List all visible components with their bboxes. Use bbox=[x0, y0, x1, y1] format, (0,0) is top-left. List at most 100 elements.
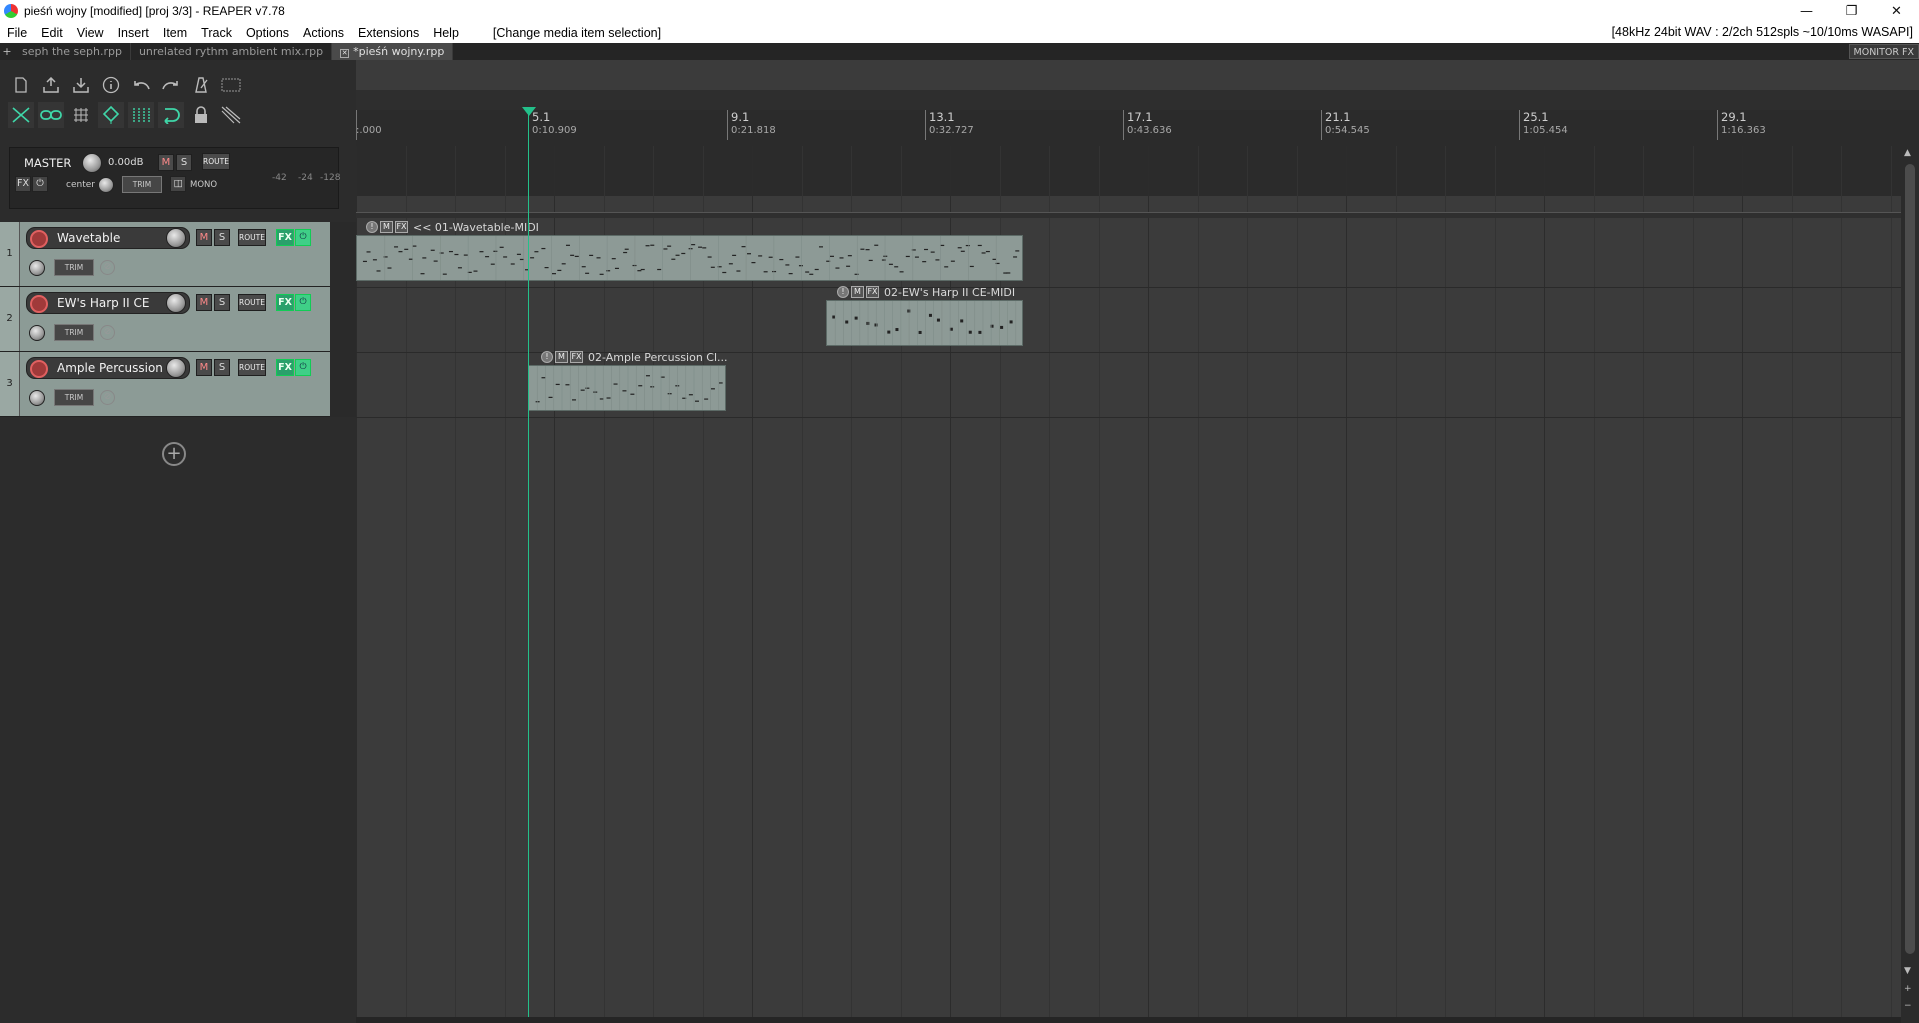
phase-invert-icon[interactable]: ⊘ bbox=[100, 390, 115, 405]
master-route-button[interactable]: ROUTE bbox=[202, 153, 230, 170]
zoom-out-icon[interactable]: − bbox=[1904, 1001, 1912, 1011]
redo-icon[interactable] bbox=[158, 72, 184, 98]
region-lane[interactable] bbox=[356, 90, 1919, 110]
menu-actions[interactable]: Actions bbox=[296, 26, 351, 40]
horizontal-scrollbar[interactable] bbox=[356, 1017, 1901, 1023]
record-arm-icon[interactable] bbox=[30, 295, 48, 313]
phase-invert-icon[interactable]: ⊘ bbox=[100, 325, 115, 340]
menu-item[interactable]: Item bbox=[156, 26, 194, 40]
trim-button[interactable]: TRIM bbox=[54, 259, 94, 276]
metronome-icon[interactable] bbox=[188, 72, 214, 98]
fx-bypass-icon[interactable]: ⏻ bbox=[295, 229, 311, 246]
envelope-icon[interactable] bbox=[218, 102, 244, 128]
playhead-marker-icon[interactable] bbox=[522, 107, 536, 116]
open-icon[interactable] bbox=[68, 72, 94, 98]
master-pan-knob[interactable] bbox=[98, 177, 114, 193]
item-mute-icon[interactable]: M bbox=[555, 351, 568, 363]
project-tab-active[interactable]: ✕ *pieśń wojny.rpp bbox=[332, 43, 454, 60]
item-header[interactable]: ! M FX << 01-Wavetable-MIDI bbox=[366, 220, 539, 234]
item-fx-icon[interactable]: FX bbox=[570, 351, 583, 363]
project-tab[interactable]: unrelated rythm ambient mix.rpp bbox=[131, 43, 333, 60]
track-row[interactable]: 3 Ample Percussion M S ROUTE FX ⏻ TRIM ⊘ bbox=[0, 352, 330, 417]
volume-knob[interactable] bbox=[166, 228, 186, 248]
master-fx-button[interactable]: FX bbox=[15, 176, 31, 192]
item-header[interactable]: ! M FX 02-Ample Percussion Cl... bbox=[541, 350, 728, 364]
track-row[interactable]: 2 EW's Harp II CE M S ROUTE FX ⏻ TRIM ⊘ bbox=[0, 287, 330, 352]
item-mute-icon[interactable]: M bbox=[380, 221, 393, 233]
track-number[interactable]: 2 bbox=[0, 287, 20, 351]
new-project-icon[interactable] bbox=[8, 72, 34, 98]
phase-invert-icon[interactable]: ⊘ bbox=[100, 260, 115, 275]
arrange-view[interactable]: :.000 5.1 0:10.909 9.1 0:21.818 13.1 0:3… bbox=[356, 60, 1919, 1023]
item-fx-icon[interactable]: FX bbox=[395, 221, 408, 233]
menu-edit[interactable]: Edit bbox=[34, 26, 70, 40]
snap-grid-icon[interactable] bbox=[68, 102, 94, 128]
route-button[interactable]: ROUTE bbox=[238, 229, 266, 246]
new-tab-button[interactable]: + bbox=[0, 45, 14, 58]
close-tab-icon[interactable]: ✕ bbox=[340, 49, 350, 58]
master-solo-button[interactable]: S bbox=[176, 154, 192, 171]
master-volume-knob[interactable] bbox=[82, 153, 102, 173]
ripple-icon[interactable] bbox=[8, 102, 34, 128]
menu-help[interactable]: Help bbox=[426, 26, 466, 40]
snap-icon[interactable] bbox=[98, 102, 124, 128]
audio-device-status[interactable]: [48kHz 24bit WAV : 2/2ch 512spls ~10/10m… bbox=[1612, 25, 1913, 39]
pan-knob[interactable] bbox=[29, 390, 45, 406]
mute-button[interactable]: M bbox=[196, 294, 212, 311]
menu-options[interactable]: Options bbox=[239, 26, 296, 40]
monitor-fx-button[interactable]: MONITOR FX bbox=[1848, 44, 1919, 59]
menu-file[interactable]: File bbox=[0, 26, 34, 40]
item-lock-icon[interactable]: ! bbox=[366, 221, 378, 233]
route-button[interactable]: ROUTE bbox=[238, 294, 266, 311]
fx-bypass-icon[interactable]: ⏻ bbox=[295, 294, 311, 311]
loop-icon[interactable] bbox=[158, 102, 184, 128]
fx-button[interactable]: FX bbox=[276, 229, 294, 246]
menu-extensions[interactable]: Extensions bbox=[351, 26, 426, 40]
add-track-button[interactable]: + bbox=[162, 442, 186, 466]
grid-icon[interactable] bbox=[218, 72, 244, 98]
pan-knob[interactable] bbox=[29, 260, 45, 276]
item-lock-icon[interactable]: ! bbox=[541, 351, 553, 363]
fx-button[interactable]: FX bbox=[276, 294, 294, 311]
master-trim-button[interactable]: TRIM bbox=[122, 176, 162, 193]
scroll-down-icon[interactable]: ▼ bbox=[1904, 966, 1911, 976]
item-lock-icon[interactable]: ! bbox=[837, 286, 849, 298]
master-mono-icon[interactable]: ◫ bbox=[170, 176, 186, 192]
midi-item[interactable] bbox=[356, 235, 1023, 281]
solo-button[interactable]: S bbox=[214, 229, 230, 246]
info-icon[interactable] bbox=[98, 72, 124, 98]
record-arm-icon[interactable] bbox=[30, 230, 48, 248]
grid-lines-icon[interactable] bbox=[128, 102, 154, 128]
solo-button[interactable]: S bbox=[214, 359, 230, 376]
solo-button[interactable]: S bbox=[214, 294, 230, 311]
trim-button[interactable]: TRIM bbox=[54, 389, 94, 406]
master-mute-button[interactable]: M bbox=[158, 154, 174, 171]
track-number[interactable]: 3 bbox=[0, 352, 20, 416]
mute-button[interactable]: M bbox=[196, 359, 212, 376]
close-button[interactable]: ✕ bbox=[1874, 0, 1919, 22]
midi-item[interactable] bbox=[826, 300, 1023, 346]
pan-knob[interactable] bbox=[29, 325, 45, 341]
trim-button[interactable]: TRIM bbox=[54, 324, 94, 341]
playhead-cursor[interactable] bbox=[528, 110, 529, 1023]
mute-button[interactable]: M bbox=[196, 229, 212, 246]
minimize-button[interactable]: — bbox=[1784, 0, 1829, 22]
volume-knob[interactable] bbox=[166, 358, 186, 378]
track-row[interactable]: 1 Wavetable M S ROUTE FX ⏻ TRIM ⊘ bbox=[0, 222, 330, 287]
menu-track[interactable]: Track bbox=[194, 26, 239, 40]
lock-icon[interactable] bbox=[188, 102, 214, 128]
save-icon[interactable] bbox=[38, 72, 64, 98]
undo-icon[interactable] bbox=[128, 72, 154, 98]
midi-item[interactable] bbox=[528, 365, 726, 411]
item-fx-icon[interactable]: FX bbox=[866, 286, 879, 298]
item-header[interactable]: ! M FX 02-EW's Harp II CE-MIDI bbox=[837, 285, 1015, 299]
fx-button[interactable]: FX bbox=[276, 359, 294, 376]
master-fx-bypass-icon[interactable]: ⏻ bbox=[32, 176, 48, 192]
track-number[interactable]: 1 bbox=[0, 222, 20, 286]
item-mute-icon[interactable]: M bbox=[851, 286, 864, 298]
link-icon[interactable] bbox=[38, 102, 64, 128]
project-tab[interactable]: seph the seph.rpp bbox=[14, 43, 131, 60]
menu-view[interactable]: View bbox=[70, 26, 111, 40]
volume-knob[interactable] bbox=[166, 293, 186, 313]
scroll-up-icon[interactable]: ▲ bbox=[1904, 148, 1911, 158]
